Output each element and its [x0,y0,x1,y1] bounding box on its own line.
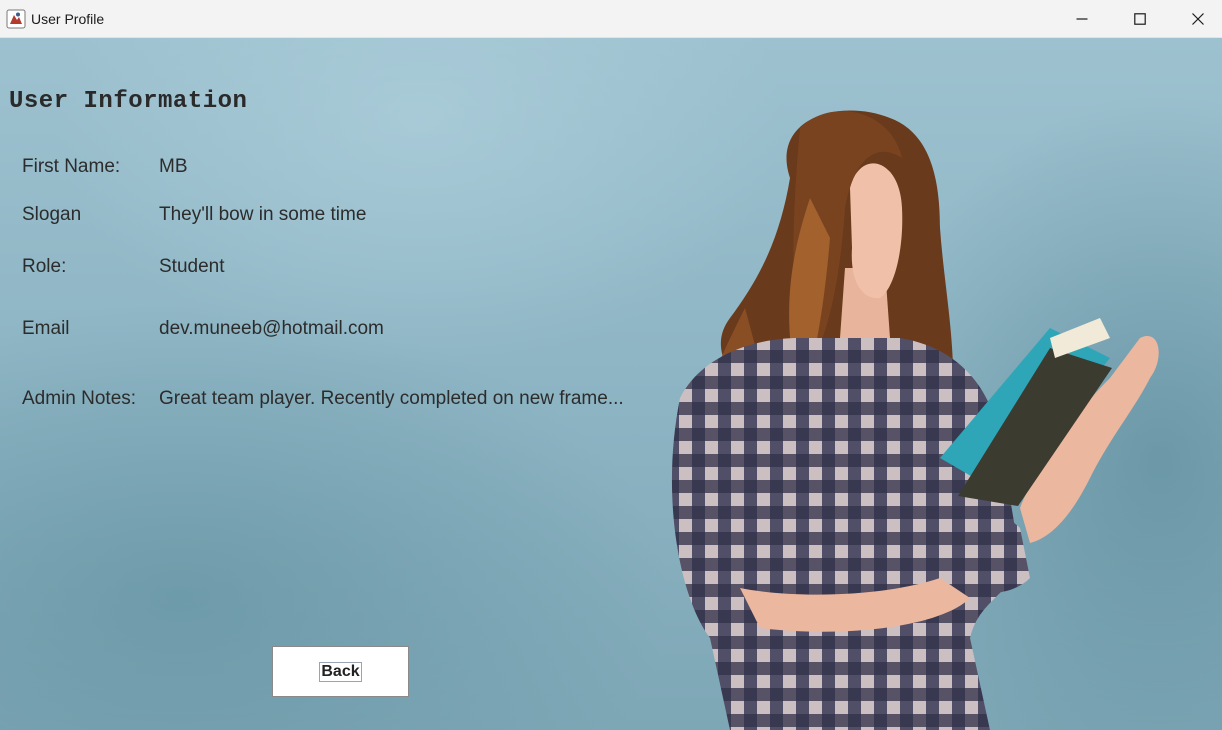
role-label: Role: [22,256,67,277]
admin-notes-value: Great team player. Recently completed on… [159,388,624,409]
role-value: Student [159,256,225,277]
admin-notes-label: Admin Notes: [22,388,137,409]
close-button[interactable] [1169,0,1222,38]
email-value: dev.muneeb@hotmail.com [159,318,384,339]
minimize-button[interactable] [1053,0,1111,38]
first-name-label: First Name: [22,156,121,177]
maximize-icon [1134,13,1146,25]
email-label: Email [22,318,70,339]
woman-reading-book-photo [671,110,1159,730]
first-name-value: MB [159,156,188,177]
java-app-icon [6,9,26,29]
window-title-bar[interactable]: User Profile [0,0,1222,38]
section-title: User Information [9,88,248,115]
profile-panel: User Information First Name: MB Slogan T… [0,38,1222,730]
slogan-value: They'll bow in some time [159,204,367,225]
close-icon [1192,13,1204,25]
minimize-icon [1076,13,1088,25]
slogan-label: Slogan [22,204,82,225]
maximize-button[interactable] [1111,0,1169,38]
back-button[interactable]: Back [272,646,409,697]
back-button-label: Back [319,661,362,682]
window-title: User Profile [31,11,105,27]
